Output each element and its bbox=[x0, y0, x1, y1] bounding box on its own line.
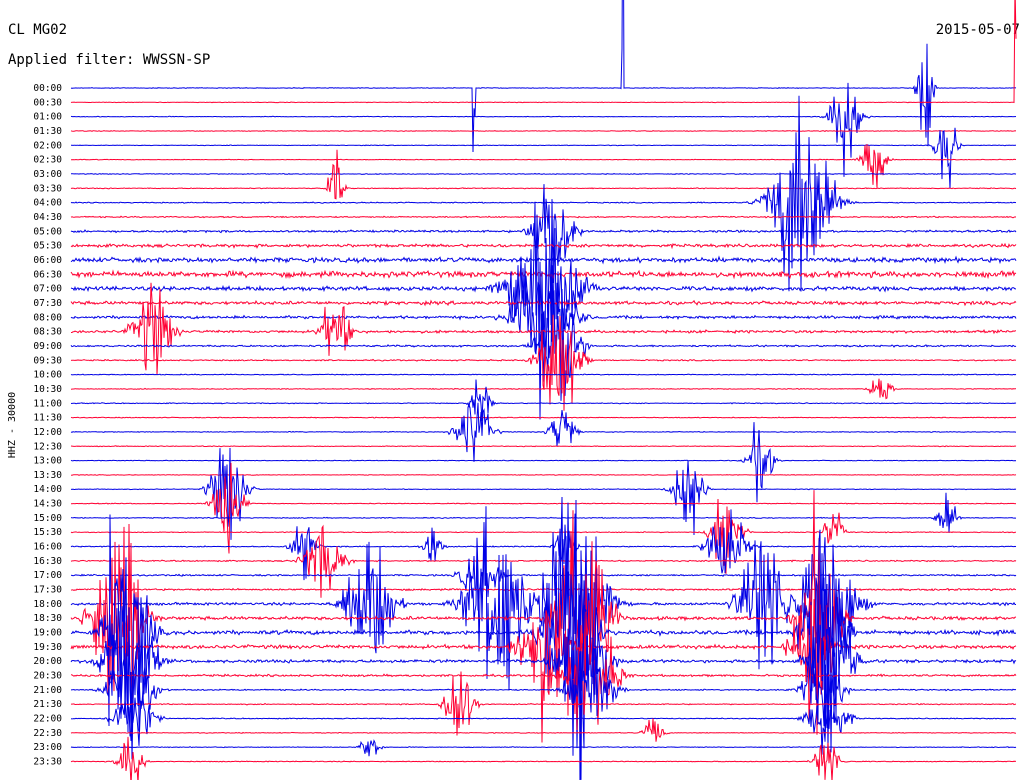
trace-row-0500 bbox=[70, 184, 1017, 317]
row-time-label: 01:00 bbox=[33, 112, 62, 123]
row-time-label: 10:00 bbox=[33, 370, 62, 381]
row-time-label: 07:00 bbox=[33, 284, 62, 295]
row-time-label: 03:00 bbox=[33, 169, 62, 180]
row-time-label: 09:30 bbox=[33, 355, 62, 366]
trace-row-1430 bbox=[70, 462, 1017, 554]
row-time-label: 07:30 bbox=[33, 298, 62, 309]
row-time-label: 13:30 bbox=[33, 470, 62, 481]
trace-row-2300 bbox=[70, 739, 1017, 757]
row-time-label: 03:30 bbox=[33, 183, 62, 194]
row-time-label: 17:30 bbox=[33, 585, 62, 596]
row-time-label: 06:00 bbox=[33, 255, 62, 266]
row-time-label: 18:30 bbox=[33, 613, 62, 624]
trace-row-0000 bbox=[70, 0, 1017, 153]
row-time-label: 11:30 bbox=[33, 413, 62, 424]
row-time-label: 22:00 bbox=[33, 714, 62, 725]
trace-row-1030 bbox=[70, 378, 1016, 400]
trace-row-1000 bbox=[70, 373, 1017, 376]
trace-row-1530 bbox=[70, 498, 1017, 574]
trace-row-1200 bbox=[70, 402, 1017, 462]
row-time-label: 00:30 bbox=[33, 97, 62, 108]
row-time-label: 15:30 bbox=[33, 527, 62, 538]
helicorder-plot: 00:00 00:30 01:00 01:30 02:00 02:30 03:00 03:30… bbox=[7, 0, 1017, 780]
row-time-label: 05:30 bbox=[33, 241, 62, 252]
row-time-label: 01:30 bbox=[33, 126, 62, 137]
row-time-label: 05:00 bbox=[33, 226, 62, 237]
trace-layer bbox=[70, 0, 1017, 780]
row-time-label: 08:00 bbox=[33, 312, 62, 323]
row-time-label: 16:00 bbox=[33, 542, 62, 553]
tick-label-layer: 00:00 00:30 01:00 01:30 02:00 02:30 03:00 03:30… bbox=[33, 83, 62, 768]
trace-row-1130 bbox=[70, 416, 1017, 419]
trace-row-0530 bbox=[70, 242, 1017, 250]
row-time-label: 16:30 bbox=[33, 556, 62, 567]
trace-row-0800 bbox=[70, 249, 1017, 420]
trace-row-1230 bbox=[70, 445, 1017, 448]
trace-row-2200 bbox=[70, 697, 1017, 755]
trace-row-0300 bbox=[71, 172, 1017, 176]
trace-row-0100 bbox=[70, 82, 1017, 177]
trace-row-2330 bbox=[70, 736, 1017, 780]
row-time-label: 20:00 bbox=[33, 656, 62, 667]
row-time-label: 15:00 bbox=[33, 513, 62, 524]
row-time-label: 19:00 bbox=[33, 628, 62, 639]
trace-row-0230 bbox=[71, 143, 1017, 188]
row-time-label: 21:30 bbox=[33, 699, 62, 710]
row-time-label: 08:30 bbox=[33, 327, 62, 338]
row-time-label: 02:00 bbox=[33, 140, 62, 151]
row-time-label: 18:00 bbox=[33, 599, 62, 610]
row-time-label: 09:00 bbox=[33, 341, 62, 352]
row-time-label: 13:00 bbox=[33, 456, 62, 467]
row-time-label: 04:00 bbox=[33, 198, 62, 209]
row-time-label: 00:00 bbox=[33, 83, 62, 94]
y-axis-label: HHZ - 30000 bbox=[7, 392, 18, 458]
row-time-label: 02:30 bbox=[33, 155, 62, 166]
row-time-label: 23:00 bbox=[33, 742, 62, 753]
trace-row-0600 bbox=[70, 255, 1017, 265]
row-time-label: 12:00 bbox=[33, 427, 62, 438]
row-time-label: 22:30 bbox=[33, 728, 62, 739]
trace-row-0430 bbox=[70, 215, 1017, 219]
row-time-label: 20:30 bbox=[33, 671, 62, 682]
row-time-label: 10:30 bbox=[33, 384, 62, 395]
row-time-label: 11:00 bbox=[33, 398, 62, 409]
row-time-label: 23:30 bbox=[33, 757, 62, 768]
seismogram-frame: CL MG02 2015-05-07 Applied filter: WWSSN… bbox=[0, 0, 1024, 780]
trace-row-0030 bbox=[70, 0, 1017, 104]
row-time-label: 04:30 bbox=[33, 212, 62, 223]
row-time-label: 14:30 bbox=[33, 499, 62, 510]
row-time-label: 19:30 bbox=[33, 642, 62, 653]
row-time-label: 14:00 bbox=[33, 484, 62, 495]
row-time-label: 21:00 bbox=[33, 685, 62, 696]
row-time-label: 06:30 bbox=[33, 269, 62, 280]
trace-row-0630 bbox=[70, 269, 1017, 280]
trace-row-2230 bbox=[70, 718, 1017, 742]
row-time-label: 17:00 bbox=[33, 570, 62, 581]
trace-row-1600 bbox=[70, 509, 1017, 581]
trace-row-1330 bbox=[70, 473, 1017, 476]
trace-row-0130 bbox=[70, 130, 1017, 132]
row-time-label: 12:30 bbox=[33, 441, 62, 452]
trace-row-0730 bbox=[70, 299, 1017, 307]
